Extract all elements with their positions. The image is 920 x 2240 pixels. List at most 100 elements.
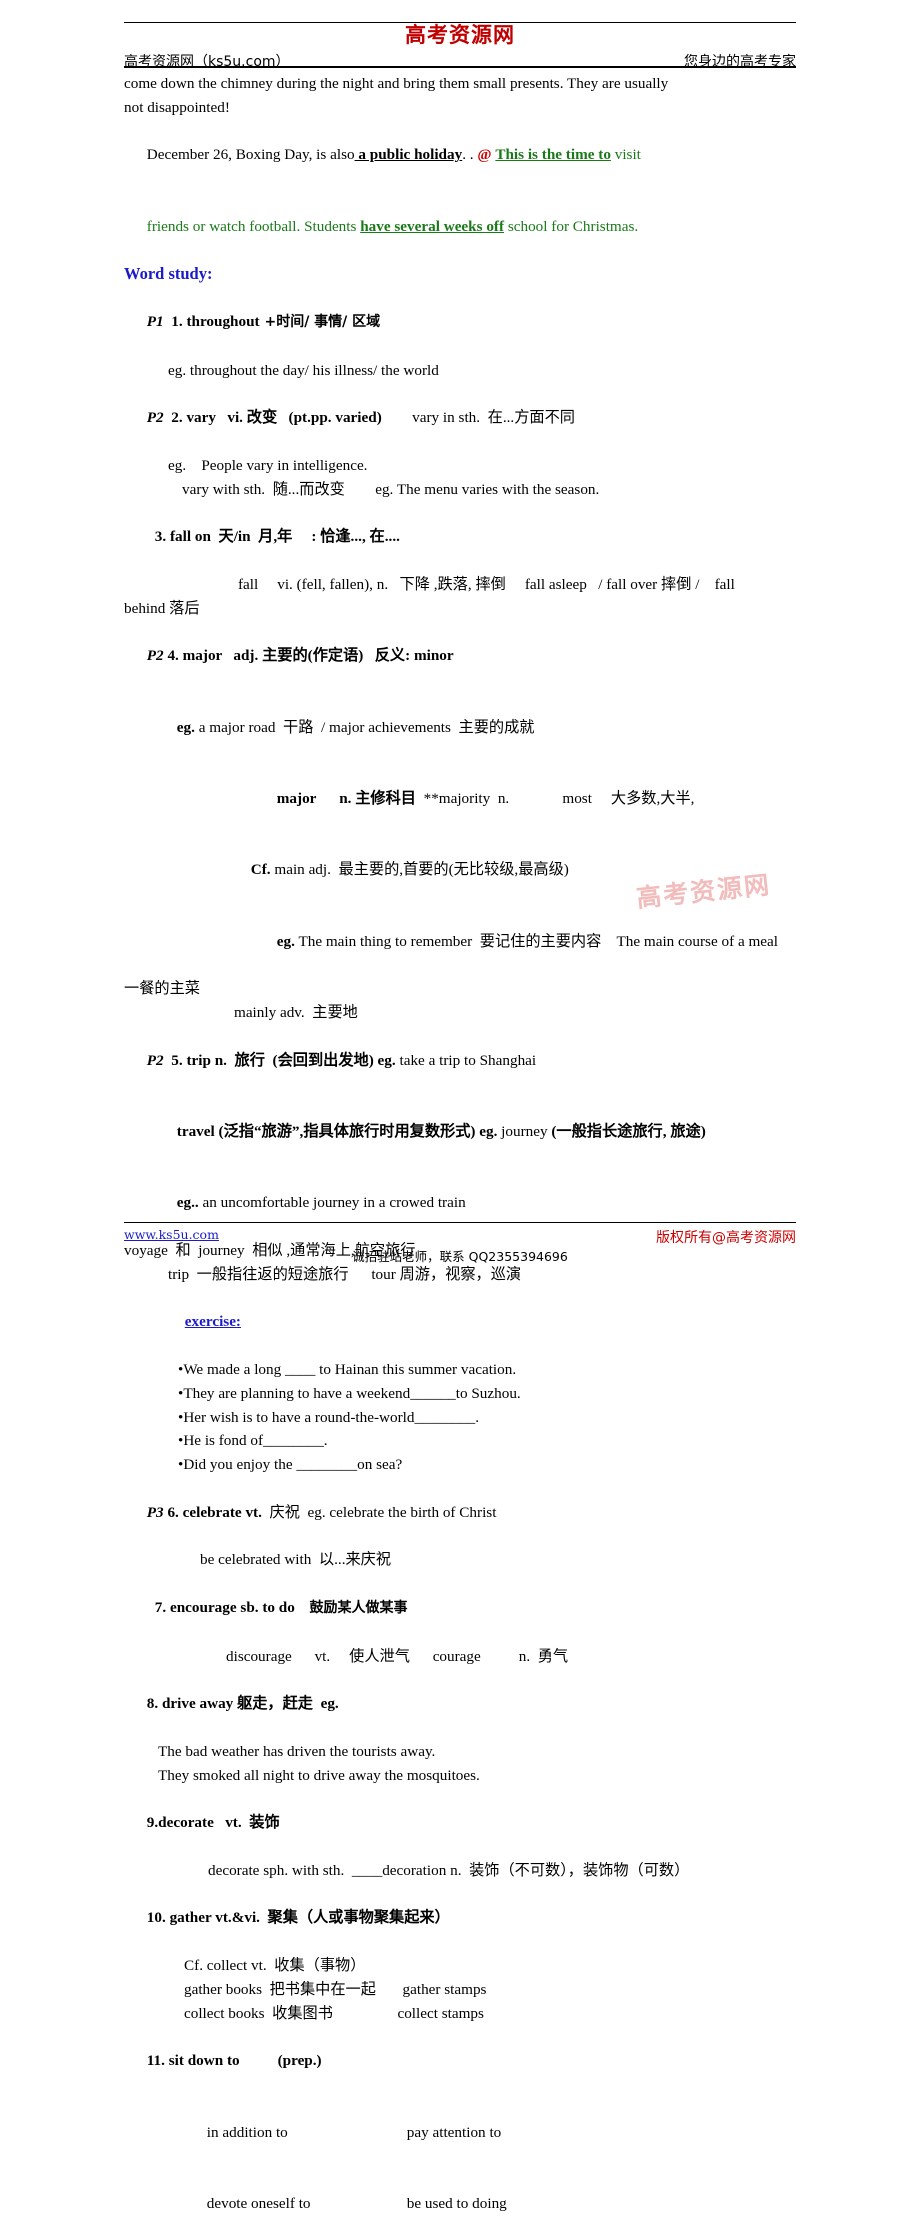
header-row: 高考资源网（ks5u.com） 您身边的高考专家	[124, 51, 796, 71]
term-throughout: 1. throughout	[171, 312, 260, 330]
entry-10-line-1: Cf. collect vt. 收集（事物）	[184, 1956, 366, 1974]
phrase-devote-oneself-to: devote oneself to	[206, 2194, 311, 2212]
entry-3-line-2: behind 落后	[124, 599, 200, 617]
entry-11-line-1: in addition to pay attention to	[124, 2097, 804, 2168]
page-label-p3: P3	[146, 1503, 164, 1521]
entry-10: 10. gather vt.&vi. 聚集（人或事物聚集起来）	[124, 1883, 804, 1954]
entry-7-line-2: discourage vt. 使人泄气 courage n. 勇气	[226, 1647, 569, 1665]
page-label-p1: P1	[146, 312, 164, 330]
entry-2-example-1: eg. People vary in intelligence.	[168, 456, 368, 474]
phrase-be-used-to-doing: be used to doing	[406, 2194, 507, 2212]
entry-1-example: eg. throughout the day/ his illness/ the…	[168, 361, 439, 379]
term-trip: 5. trip n. 旅行 (会回到出发地) eg.	[171, 1051, 396, 1069]
cf-label: Cf.	[250, 861, 271, 879]
entry-4: P2 4. major adj. 主要的(作定语) 反义: minor	[124, 620, 804, 691]
cf-text: main adj. 最主要的,首要的(无比较级,最高级)	[270, 861, 569, 879]
term-major: 4. major adj. 主要的(作定语) 反义: minor	[167, 647, 454, 665]
eg-text-3: an uncomfortable journey in a crowed tra…	[198, 1194, 466, 1212]
word-study-heading: Word study:	[124, 264, 213, 284]
at-symbol: @	[477, 146, 492, 164]
eg-text: a major road 干路 / major achievements 主要的…	[194, 718, 535, 736]
entry-9-line-1: decorate sph. with sth. ____decoration n…	[208, 1861, 690, 1879]
entry-2: P2 2. vary vi. 改变 (pt.pp. varied) vary i…	[124, 382, 804, 453]
school-text: school for Christmas.	[504, 217, 639, 235]
major-noun-word: major	[276, 789, 317, 807]
eg-label: eg.	[176, 718, 195, 736]
entry-4-tail: 一餐的主菜	[124, 980, 200, 998]
entry-4-example: eg. a major road 干路 / major achievements…	[124, 692, 804, 763]
term-vary-rest: vary in sth. 在...方面不同	[381, 409, 575, 427]
entry-4-cf: Cf. main adj. 最主要的,首要的(无比较级,最高级)	[124, 835, 804, 906]
journey-meaning: (一般指长途旅行, 旅途)	[551, 1123, 706, 1141]
entry-5-travel: travel (泛指“旅游”,指具体旅行时用复数形式) eg. journey …	[124, 1096, 804, 1167]
document-body: come down the chimney during the night a…	[124, 72, 804, 2240]
entry-3: 3. fall on 天/in 月,年 : 恰逢..., 在....	[124, 501, 804, 572]
exercise-item: •We made a long ____ to Hainan this summ…	[178, 1361, 517, 1379]
footer-copyright: 版权所有@高考资源网	[656, 1230, 796, 1246]
boxing-mid: . .	[462, 146, 478, 164]
eg-text-2: The main thing to remember 要记住的主要内容 The …	[294, 932, 778, 950]
page-label-p2b: P2	[146, 647, 164, 665]
term-encourage: 7. encourage sb. to do	[154, 1599, 295, 1616]
visit-word: visit	[610, 146, 641, 164]
entry-4-major-noun: major n. 主修科目 **majority n. most 大多数,大半,	[124, 763, 804, 834]
entry-1: P1 1. throughout +时间/ 事情/ 区域	[124, 286, 804, 358]
entry-10-line-3: collect books 收集图书 collect stamps	[184, 2004, 484, 2022]
major-noun-meaning: n. 主修科目	[339, 789, 416, 807]
boxing-day-line2: friends or watch football. Students have…	[124, 191, 804, 262]
time-to-phrase: This is the time to	[495, 146, 611, 164]
term-celebrate: 6. celebrate vt.	[167, 1503, 262, 1521]
term-trip-rest: take a trip to Shanghai	[395, 1051, 537, 1069]
page-footer: www.ks5u.com 版权所有@高考资源网	[124, 1227, 796, 1247]
entry-2-example-2: vary with sth. 随...而改变 eg. The menu vari…	[182, 480, 600, 498]
footer-recruit-text: 诚招驻站老师，联系 QQ2355394696	[352, 1249, 568, 1264]
eg-label-3: eg..	[176, 1194, 199, 1212]
term-celebrate-rest: 庆祝 eg. celebrate the birth of Christ	[261, 1503, 497, 1521]
term-decorate: 9.decorate vt. 装饰	[146, 1814, 280, 1832]
exercise-item: •Did you enjoy the ________on sea?	[178, 1456, 403, 1474]
entry-8: 8. drive away 躯走，赶走 eg.	[124, 1668, 804, 1739]
term-encourage-rest: 鼓励某人做某事	[294, 1600, 408, 1616]
eg-label-2: eg.	[276, 932, 295, 950]
entry-7: 7. encourage sb. to do 鼓励某人做某事	[124, 1572, 804, 1644]
entry-6: P3 6. celebrate vt. 庆祝 eg. celebrate the…	[124, 1477, 804, 1548]
phrase-pay-attention-to: pay attention to	[406, 2123, 502, 2141]
term-throughout-rest: +时间/ 事情/ 区域	[259, 313, 381, 330]
travel-text: travel (泛指“旅游”,指具体旅行时用复数形式)	[176, 1123, 480, 1141]
paragraph-line: not disappointed!	[124, 98, 230, 116]
exercise-item: •They are planning to have a weekend____…	[178, 1384, 521, 1402]
friends-text: friends or watch football. Students	[146, 217, 361, 235]
entry-11: 11. sit down to (prep.)	[124, 2025, 804, 2096]
site-logo: 高考资源网	[405, 22, 515, 47]
entry-8-line-2: They smoked all night to drive away the …	[158, 1766, 480, 1784]
term-drive-away: 8. drive away 躯走，赶走 eg.	[146, 1695, 339, 1713]
entry-3-line-1: fall vi. (fell, fallen), n. 下降 ,跌落, 摔倒 f…	[238, 575, 735, 593]
exercise-item: •Her wish is to have a round-the-world__…	[178, 1408, 479, 1426]
page-label-p2: P2	[146, 409, 164, 427]
entry-11-line-2: devote oneself to be used to doing	[124, 2168, 804, 2239]
footer-site-link[interactable]: www.ks5u.com	[124, 1227, 219, 1242]
term-vary: 2. vary vi. 改变 (pt.pp. varied)	[171, 409, 382, 427]
term-fall-on-rest: 天/in 月,年 : 恰逢..., 在....	[210, 528, 400, 546]
header-right-text: 您身边的高考专家	[684, 54, 796, 70]
entry-5: P2 5. trip n. 旅行 (会回到出发地) eg. take a tri…	[124, 1025, 804, 1096]
travel-eg-label: eg.	[479, 1123, 498, 1141]
term-sit-down-to-rest: (prep.)	[239, 2052, 322, 2070]
entry-5-trip-tour: trip 一般指往返的短途旅行 tour 周游，视察，巡演	[168, 1265, 522, 1283]
exercise-heading-wrap: exercise:	[124, 1287, 804, 1358]
boxing-pre: December 26, Boxing Day, is also	[146, 146, 355, 164]
weeks-off-phrase: have several weeks off	[360, 217, 505, 235]
page-label-p2c: P2	[146, 1051, 164, 1069]
entry-10-line-2: gather books 把书集中在一起 gather stamps	[184, 1980, 487, 1998]
phrase-in-addition-to: in addition to	[206, 2123, 288, 2141]
majority-text: **majority n. most 大多数,大半,	[416, 789, 695, 807]
header-rule-bottom	[124, 66, 796, 68]
exercise-item: •He is fond of________.	[178, 1432, 328, 1450]
paragraph-line: come down the chimney during the night a…	[124, 75, 669, 92]
entry-4-mainly: mainly adv. 主要地	[234, 1004, 358, 1022]
header-left-text: 高考资源网（ks5u.com）	[124, 54, 290, 70]
exercise-heading: exercise:	[184, 1313, 241, 1331]
boxing-day-line: December 26, Boxing Day, is also a publi…	[124, 120, 804, 191]
public-holiday-phrase: a public holiday	[354, 146, 463, 164]
entry-8-line-1: The bad weather has driven the tourists …	[158, 1742, 436, 1760]
